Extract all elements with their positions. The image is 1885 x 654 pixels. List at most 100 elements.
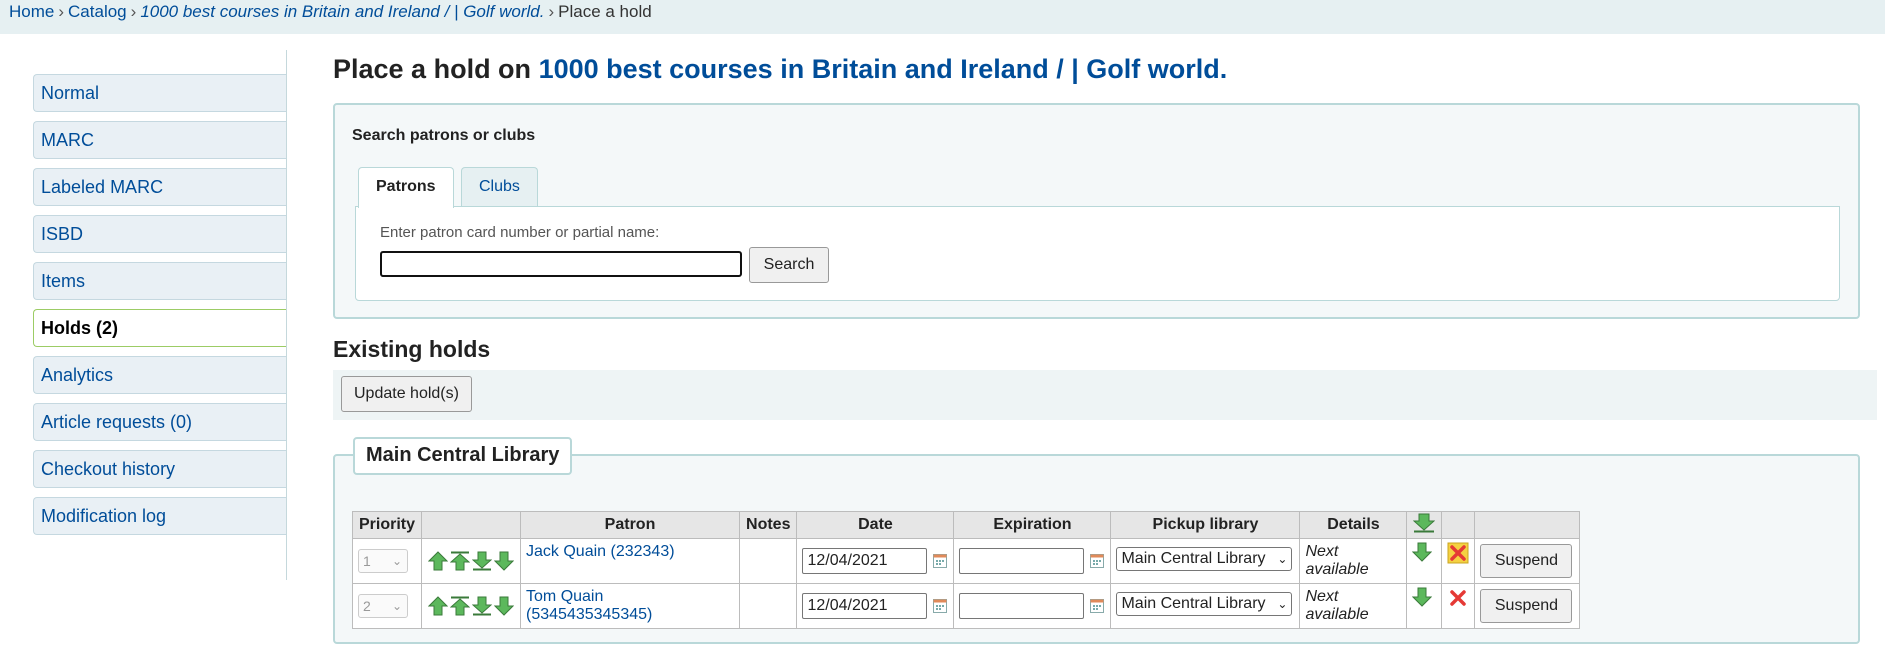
arrow-bottom-icon[interactable]: [471, 596, 493, 616]
pickup-library-value: Main Central Library: [1121, 549, 1266, 567]
priority-value: 2: [363, 598, 371, 614]
pickup-library-value: Main Central Library: [1121, 594, 1266, 612]
tab-patrons[interactable]: Patrons: [358, 167, 454, 208]
existing-holds-heading: Existing holds: [333, 336, 491, 362]
breadcrumb-current: Place a hold: [558, 2, 652, 21]
holds-table-header: Priority Patron Notes Date Expiration Pi…: [351, 511, 1581, 539]
breadcrumb: Home › Catalog › 1000 best courses in Britai…: [0, 0, 1885, 34]
expiration-cell: [953, 583, 1112, 629]
table-row: 1 ⌄ Jack Quain (232343) 12/04/2021 Main C…: [351, 538, 1581, 584]
library-holds-fieldset: Main Central Library Priority Patron Not…: [333, 437, 1860, 644]
pickup-library-select[interactable]: Main Central Library ⌄: [1116, 591, 1293, 616]
details-cell: Next available: [1299, 583, 1408, 629]
breadcrumb-separator: ›: [58, 2, 65, 21]
expiration-date-input[interactable]: [959, 548, 1085, 574]
update-holds-button[interactable]: Update hold(s): [341, 376, 472, 412]
arrow-down-icon[interactable]: [493, 551, 515, 571]
sidebar-item-items[interactable]: Items: [33, 262, 287, 300]
patron-cell: Jack Quain (232343): [520, 538, 741, 584]
column-header-move: [421, 511, 522, 539]
sidebar-item-isbd[interactable]: ISBD: [33, 215, 287, 253]
arrow-bottom-icon[interactable]: [471, 551, 493, 571]
calendar-icon[interactable]: [1090, 554, 1105, 568]
patron-link[interactable]: Jack Quain (232343): [526, 543, 675, 560]
column-header-priority: Priority: [351, 511, 423, 539]
pickup-library-cell: Main Central Library ⌄: [1110, 538, 1301, 584]
sidebar-item-analytics[interactable]: Analytics: [33, 356, 287, 394]
library-legend: Main Central Library: [353, 437, 573, 475]
column-header-pickup-library: Pickup library: [1110, 511, 1301, 539]
priority-select[interactable]: 2 ⌄: [358, 594, 408, 618]
arrow-down-icon[interactable]: [1412, 587, 1433, 607]
hold-date-input[interactable]: 12/04/2021: [802, 593, 928, 619]
lowest-priority-cell: [1406, 583, 1443, 629]
breadcrumb-title[interactable]: 1000 best courses in Britain and Ireland…: [140, 2, 544, 21]
priority-select[interactable]: 1 ⌄: [358, 549, 408, 573]
details-cell: Next available: [1299, 538, 1408, 584]
chevron-down-icon: ⌄: [391, 554, 402, 568]
chevron-down-icon: ⌄: [1277, 596, 1288, 611]
arrow-top-icon[interactable]: [449, 551, 471, 571]
date-cell: 12/04/2021: [796, 538, 955, 584]
page-title: Place a hold on 1000 best courses in Bri…: [333, 54, 1227, 85]
pickup-library-select[interactable]: Main Central Library ⌄: [1116, 546, 1293, 571]
delete-cell: [1441, 538, 1476, 584]
sidebar-item-normal[interactable]: Normal: [33, 74, 287, 112]
notes-cell: [739, 583, 798, 629]
patron-search-label: Enter patron card number or partial name…: [380, 224, 660, 241]
patron-search-input[interactable]: [380, 251, 742, 277]
arrow-bottom-icon: [1413, 513, 1436, 532]
delete-cell: [1441, 583, 1476, 629]
notes-cell: [739, 538, 798, 584]
holds-table: Priority Patron Notes Date Expiration Pi…: [351, 511, 1581, 629]
chevron-down-icon: ⌄: [391, 599, 402, 613]
sidebar-item-labeled-marc[interactable]: Labeled MARC: [33, 168, 287, 206]
patron-link[interactable]: Tom Quain (5345435345345): [526, 588, 652, 623]
sidebar: Normal MARC Labeled MARC ISBD Items Hold…: [33, 74, 287, 544]
priority-value: 1: [363, 553, 371, 569]
tab-clubs[interactable]: Clubs: [461, 167, 538, 207]
delete-icon[interactable]: [1447, 587, 1469, 609]
arrow-down-icon[interactable]: [493, 596, 515, 616]
hold-date-input[interactable]: 12/04/2021: [802, 548, 928, 574]
delete-icon[interactable]: [1447, 542, 1469, 564]
search-button[interactable]: Search: [749, 247, 829, 283]
search-legend: Search patrons or clubs: [352, 127, 536, 144]
page-title-record-link[interactable]: 1000 best courses in Britain and Ireland…: [539, 54, 1228, 84]
chevron-down-icon: ⌄: [1277, 551, 1288, 566]
expiration-date-input[interactable]: [959, 593, 1085, 619]
calendar-icon[interactable]: [933, 554, 948, 568]
column-header-expiration: Expiration: [953, 511, 1112, 539]
arrow-top-icon[interactable]: [449, 596, 471, 616]
suspend-button[interactable]: Suspend: [1480, 544, 1573, 578]
calendar-icon[interactable]: [933, 599, 948, 613]
sidebar-item-modification-log[interactable]: Modification log: [33, 497, 287, 535]
sidebar-item-checkout-history[interactable]: Checkout history: [33, 450, 287, 488]
suspend-cell: Suspend: [1474, 538, 1581, 584]
patrons-tab-panel: Enter patron card number or partial name…: [355, 206, 1840, 301]
search-patrons-panel: Search patrons or clubs Patrons Clubs En…: [333, 103, 1860, 319]
column-header-date: Date: [796, 511, 955, 539]
breadcrumb-separator: ›: [130, 2, 137, 21]
priority-cell: 2 ⌄: [351, 583, 423, 629]
column-header-lowest-priority[interactable]: [1406, 511, 1443, 539]
sidebar-item-holds[interactable]: Holds (2): [33, 309, 287, 347]
date-cell: 12/04/2021: [796, 583, 955, 629]
column-header-patron: Patron: [520, 511, 741, 539]
arrow-down-icon[interactable]: [1412, 542, 1433, 562]
breadcrumb-home[interactable]: Home: [9, 2, 54, 21]
suspend-button[interactable]: Suspend: [1480, 589, 1573, 623]
sidebar-item-marc[interactable]: MARC: [33, 121, 287, 159]
arrow-up-icon[interactable]: [427, 551, 449, 571]
calendar-icon[interactable]: [1090, 599, 1105, 613]
move-cell: [421, 538, 522, 584]
column-header-details: Details: [1299, 511, 1408, 539]
move-cell: [421, 583, 522, 629]
sidebar-divider: [286, 50, 287, 580]
table-row: 2 ⌄ Tom Quain (5345435345345) 12/04/2021 …: [351, 583, 1581, 629]
breadcrumb-catalog[interactable]: Catalog: [68, 2, 127, 21]
column-header-delete: [1441, 511, 1476, 539]
arrow-up-icon[interactable]: [427, 596, 449, 616]
column-header-notes: Notes: [739, 511, 798, 539]
sidebar-item-article-requests[interactable]: Article requests (0): [33, 403, 287, 441]
